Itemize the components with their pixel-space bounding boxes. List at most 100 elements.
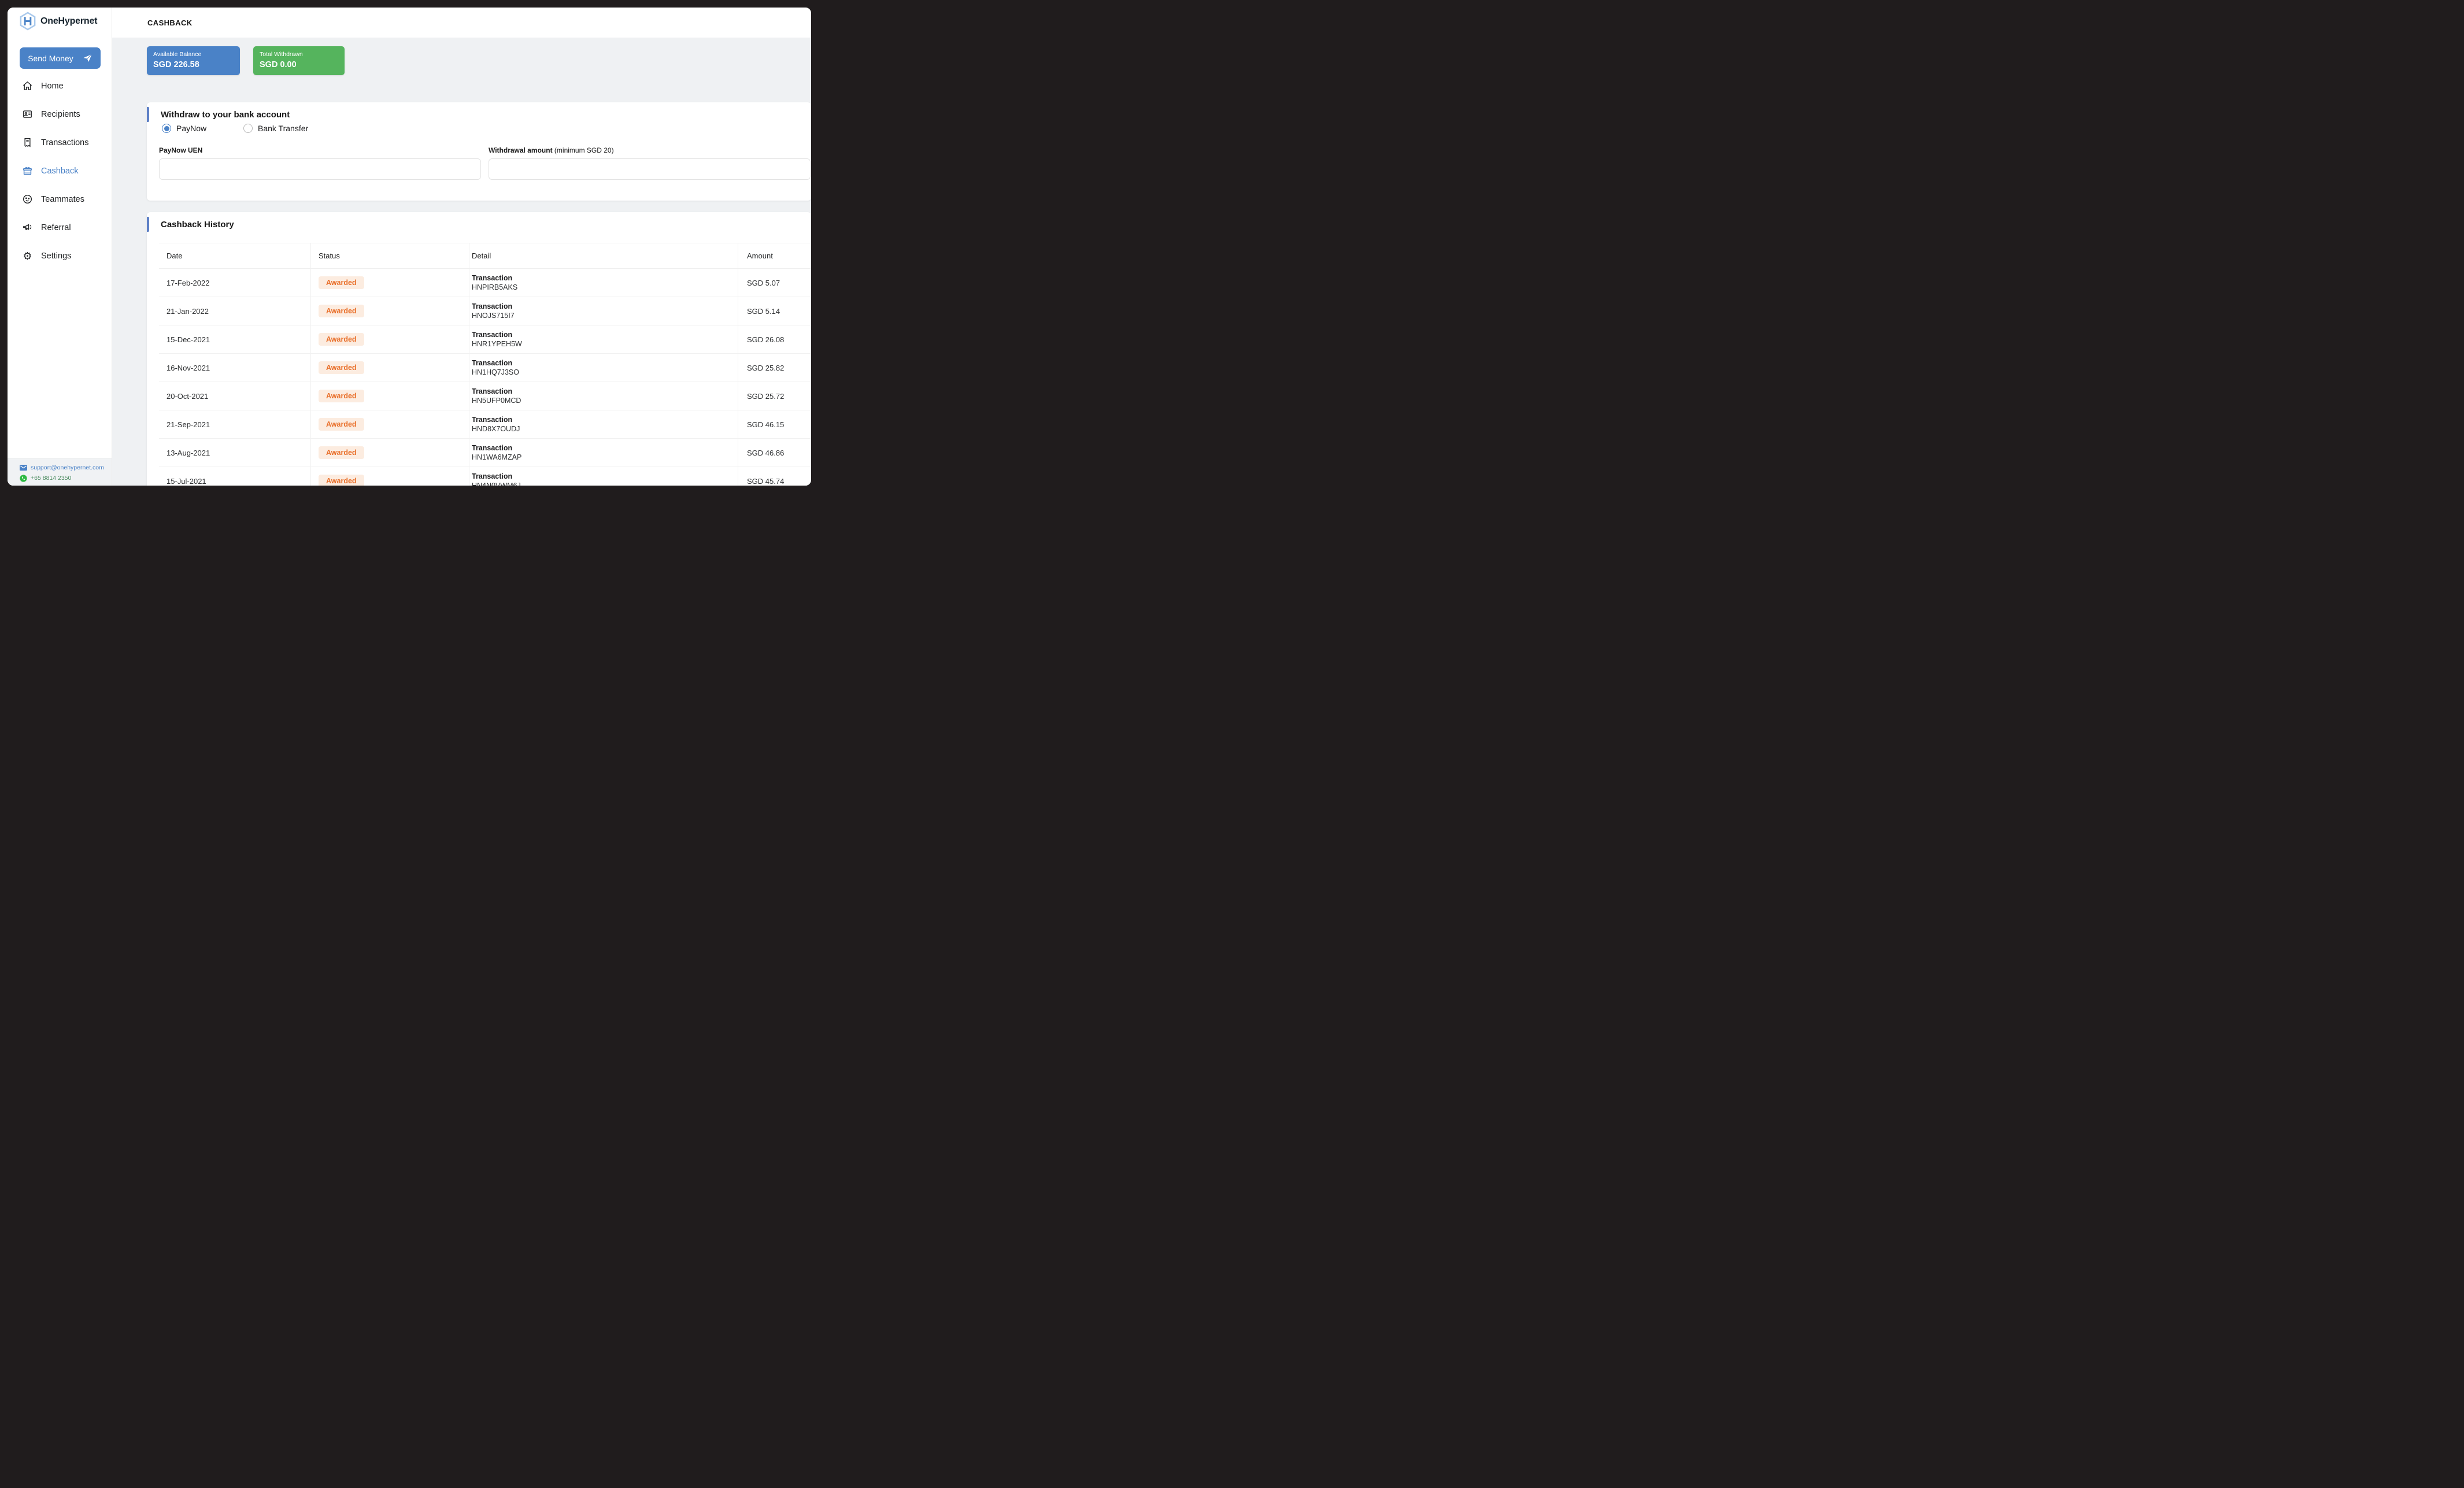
whatsapp-icon: [20, 475, 27, 482]
bank-transfer-radio[interactable]: [243, 124, 253, 133]
main-area: CASHBACK Available Balance SGD 226.58 To…: [112, 8, 811, 486]
table-row: 16-Nov-2021AwardedTransactionHN1HQ7J3SOS…: [159, 354, 811, 382]
table-row: 21-Sep-2021AwardedTransactionHND8X7OUDJS…: [159, 410, 811, 439]
status-badge: Awarded: [319, 418, 364, 431]
bank-transfer-radio-option[interactable]: Bank Transfer: [243, 124, 308, 133]
send-money-label: Send Money: [28, 54, 73, 63]
total-withdrawn-value: SGD 0.00: [260, 60, 338, 69]
sidebar-item-home[interactable]: Home: [8, 72, 112, 100]
app-window: OneHypernet Send Money Home Recipients: [8, 8, 811, 486]
table-row: 13-Aug-2021AwardedTransactionHN1WA6MZAPS…: [159, 439, 811, 467]
page-header: CASHBACK: [112, 8, 811, 38]
history-amount: SGD 5.14: [738, 297, 811, 325]
sidebar-item-cashback[interactable]: Cashback: [8, 157, 112, 185]
table-row: 20-Oct-2021AwardedTransactionHN5UFP0MCDS…: [159, 382, 811, 410]
cashback-gift-icon: [22, 165, 33, 176]
history-status: Awarded: [311, 325, 469, 353]
history-amount: SGD 46.15: [738, 410, 811, 438]
sidebar-item-settings[interactable]: ⚙ Settings: [8, 242, 112, 270]
history-date: 13-Aug-2021: [159, 439, 311, 467]
withdrawal-amount-input[interactable]: [489, 158, 811, 180]
send-paper-plane-icon: [83, 54, 93, 62]
sidebar-item-referral[interactable]: Referral: [8, 213, 112, 242]
history-detail: TransactionHND8X7OUDJ: [469, 410, 738, 438]
history-detail-id: HND8X7OUDJ: [472, 424, 520, 434]
history-date: 17-Feb-2022: [159, 269, 311, 297]
paynow-radio[interactable]: [162, 124, 171, 133]
history-date: 21-Jan-2022: [159, 297, 311, 325]
history-status: Awarded: [311, 269, 469, 297]
history-detail-id: HNPIRB5AKS: [472, 283, 517, 292]
history-amount: SGD 5.07: [738, 269, 811, 297]
home-icon: [22, 80, 33, 91]
sidebar-item-teammates[interactable]: Teammates: [8, 185, 112, 213]
support-phone: +65 8814 2350: [31, 475, 71, 482]
sidebar-footer: support@onehypernet.com +65 8814 2350: [8, 458, 112, 486]
transactions-icon: [22, 137, 33, 148]
history-detail-type: Transaction: [472, 358, 512, 368]
history-detail: TransactionHN5UFP0MCD: [469, 382, 738, 410]
sidebar-nav: Home Recipients Transactions Cashback: [8, 72, 112, 270]
history-status: Awarded: [311, 297, 469, 325]
history-detail-id: HN1WA6MZAP: [472, 453, 521, 462]
whatsapp-link[interactable]: +65 8814 2350: [8, 473, 112, 483]
status-badge: Awarded: [319, 305, 364, 317]
table-header-row: Date Status Detail Amount: [159, 243, 811, 269]
column-header-date: Date: [159, 243, 311, 268]
withdraw-panel: Withdraw to your bank account PayNow Ban…: [147, 102, 811, 201]
recipients-icon: [22, 109, 33, 120]
paynow-radio-option[interactable]: PayNow: [162, 124, 206, 133]
sidebar-item-transactions[interactable]: Transactions: [8, 128, 112, 157]
history-detail-id: HN4N0VWM6J: [472, 481, 521, 486]
history-status: Awarded: [311, 382, 469, 410]
history-detail-type: Transaction: [472, 443, 512, 453]
status-badge: Awarded: [319, 361, 364, 374]
history-date: 15-Jul-2021: [159, 467, 311, 486]
available-balance-label: Available Balance: [153, 51, 234, 58]
brand-logo[interactable]: OneHypernet: [19, 12, 97, 31]
bank-transfer-radio-label: Bank Transfer: [258, 124, 308, 133]
table-row: 17-Feb-2022AwardedTransactionHNPIRB5AKS S…: [159, 269, 811, 297]
support-email-link[interactable]: support@onehypernet.com: [8, 462, 112, 473]
history-date: 20-Oct-2021: [159, 382, 311, 410]
sidebar-item-recipients[interactable]: Recipients: [8, 100, 112, 128]
email-icon: [20, 465, 27, 471]
brand-name: OneHypernet: [40, 16, 97, 27]
sidebar: OneHypernet Send Money Home Recipients: [8, 8, 112, 486]
history-detail-id: HNR1YPEH5W: [472, 339, 522, 349]
column-header-detail: Detail: [469, 243, 738, 268]
send-money-button[interactable]: Send Money: [20, 47, 101, 69]
history-date: 16-Nov-2021: [159, 354, 311, 382]
status-badge: Awarded: [319, 446, 364, 459]
sidebar-item-label: Settings: [41, 251, 71, 261]
sidebar-item-label: Teammates: [41, 195, 84, 204]
paynow-radio-label: PayNow: [176, 124, 206, 133]
sidebar-item-label: Cashback: [41, 166, 78, 176]
history-amount: SGD 45.74: [738, 467, 811, 486]
status-badge: Awarded: [319, 475, 364, 486]
history-detail-type: Transaction: [472, 273, 512, 283]
content-area: Available Balance SGD 226.58 Total Withd…: [112, 38, 811, 486]
section-accent-bar: [147, 217, 149, 232]
paynow-uen-input[interactable]: [159, 158, 481, 180]
history-detail-type: Transaction: [472, 302, 512, 311]
history-detail-id: HN1HQ7J3SO: [472, 368, 519, 377]
withdrawal-amount-label: Withdrawal amount (minimum SGD 20): [489, 146, 614, 154]
withdraw-title: Withdraw to your bank account: [161, 110, 290, 120]
support-email: support@onehypernet.com: [31, 464, 104, 471]
history-detail: TransactionHN4N0VWM6J: [469, 467, 738, 486]
settings-gear-icon: ⚙: [22, 250, 33, 261]
history-detail-type: Transaction: [472, 472, 512, 481]
hexagon-logo-icon: [19, 12, 36, 31]
total-withdrawn-card: Total Withdrawn SGD 0.00: [253, 46, 345, 75]
history-detail-id: HN5UFP0MCD: [472, 396, 521, 405]
column-header-status: Status: [311, 243, 469, 268]
table-row: 21-Jan-2022AwardedTransactionHNOJS715I7S…: [159, 297, 811, 325]
history-detail-type: Transaction: [472, 415, 512, 424]
cashback-history-title: Cashback History: [161, 220, 234, 230]
history-date: 15-Dec-2021: [159, 325, 311, 353]
history-status: Awarded: [311, 354, 469, 382]
history-status: Awarded: [311, 439, 469, 467]
cashback-history-table: Date Status Detail Amount 17-Feb-2022Awa…: [159, 243, 811, 486]
history-detail-type: Transaction: [472, 330, 512, 339]
